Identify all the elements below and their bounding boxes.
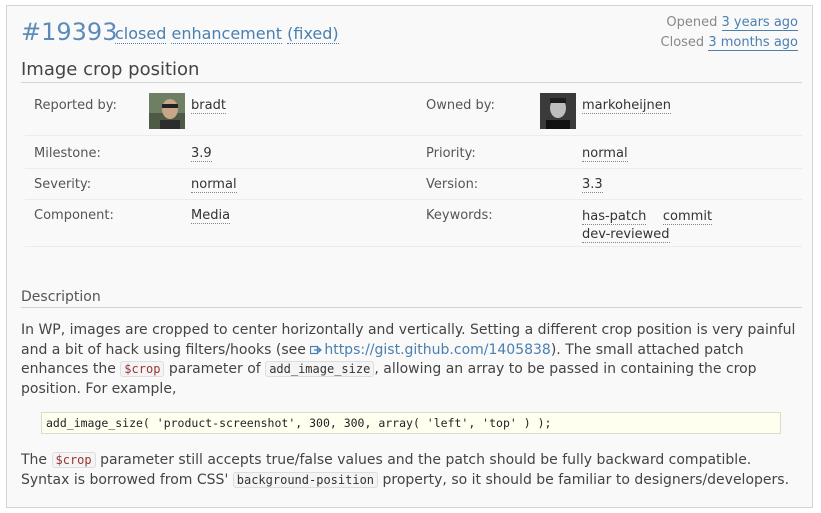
closed-label: Closed	[660, 35, 705, 50]
component-label: Component:	[34, 208, 114, 223]
closed-line: Closed 3 months ago	[660, 33, 798, 53]
resolution-link[interactable]: (fixed)	[287, 24, 339, 44]
description-heading: Description	[21, 289, 101, 305]
inline-code-add-image-size: add_image_size	[265, 361, 375, 377]
description-paragraph-2: The $crop parameter still accepts true/f…	[21, 451, 796, 490]
reporter-avatar[interactable]	[149, 93, 185, 129]
owner-name: markoheijnen	[582, 98, 671, 114]
desc-text: The	[21, 452, 52, 468]
component-value: Media	[191, 208, 231, 224]
keywords-value: has-patch commit dev-reviewed	[582, 208, 722, 244]
description-paragraph-1: In WP, images are cropped to center hori…	[21, 321, 796, 399]
reported-by-label: Reported by:	[34, 98, 117, 113]
code-block: add_image_size( 'product-screenshot', 30…	[41, 412, 781, 434]
title-divider	[21, 82, 802, 83]
closed-ago-link[interactable]: 3 months ago	[708, 35, 798, 51]
keywords-label: Keywords:	[426, 208, 493, 223]
keyword-link[interactable]: has-patch	[582, 209, 647, 225]
reporter-name: bradt	[191, 98, 226, 114]
priority-label: Priority:	[426, 146, 476, 161]
version-label: Version:	[426, 177, 479, 192]
ticket-id[interactable]: #19393	[21, 18, 117, 46]
owner-avatar[interactable]	[540, 93, 576, 129]
opened-label: Opened	[666, 15, 718, 30]
desc-text: parameter of	[164, 361, 266, 377]
keyword-link[interactable]: dev-reviewed	[582, 227, 670, 243]
owned-by-label: Owned by:	[426, 98, 495, 113]
gist-link-text: https://gist.github.com/1405838	[324, 341, 551, 358]
ticket-title: Image crop position	[21, 59, 200, 80]
desc-text: property, so it should be familiar to de…	[378, 471, 790, 488]
prop-row-people: Reported by: bradt Owned by: markoheijne…	[25, 84, 802, 136]
severity-value: normal	[191, 177, 237, 193]
inline-code-crop: $crop	[51, 452, 96, 468]
inline-code-background-position: background-position	[232, 471, 379, 488]
priority-value: normal	[582, 146, 628, 162]
severity-label: Severity:	[34, 177, 92, 192]
description-divider	[21, 307, 802, 308]
reporter-link[interactable]: bradt	[191, 98, 226, 114]
milestone-link[interactable]: 3.9	[191, 146, 212, 162]
version-value: 3.3	[582, 177, 603, 193]
milestone-label: Milestone:	[34, 146, 101, 161]
version-link[interactable]: 3.3	[582, 177, 603, 193]
type-link[interactable]: enhancement	[171, 24, 283, 44]
keyword-link[interactable]: commit	[662, 209, 713, 225]
external-link-icon	[310, 345, 323, 354]
opened-line: Opened 3 years ago	[661, 13, 798, 33]
ticket-dates: Opened 3 years ago Closed 3 months ago	[660, 13, 798, 53]
gist-link[interactable]: https://gist.github.com/1405838	[310, 342, 551, 358]
prop-row-component: Component: Media Keywords: has-patch com…	[25, 199, 802, 247]
prop-row-severity: Severity: normal Version: 3.3	[25, 168, 802, 200]
inline-code-crop: $crop	[120, 361, 165, 377]
prop-row-milestone: Milestone: 3.9 Priority: normal	[25, 137, 802, 169]
ticket-box: #19393 closed enhancement (fixed) Opened…	[6, 5, 813, 508]
severity-link[interactable]: normal	[191, 177, 237, 193]
status-link[interactable]: closed	[115, 24, 167, 44]
ticket-status-line: closed enhancement (fixed)	[115, 24, 339, 44]
priority-link[interactable]: normal	[582, 146, 628, 162]
milestone-value: 3.9	[191, 146, 212, 162]
component-link[interactable]: Media	[191, 208, 231, 224]
owner-link[interactable]: markoheijnen	[582, 98, 671, 114]
opened-ago-link[interactable]: 3 years ago	[721, 15, 798, 31]
